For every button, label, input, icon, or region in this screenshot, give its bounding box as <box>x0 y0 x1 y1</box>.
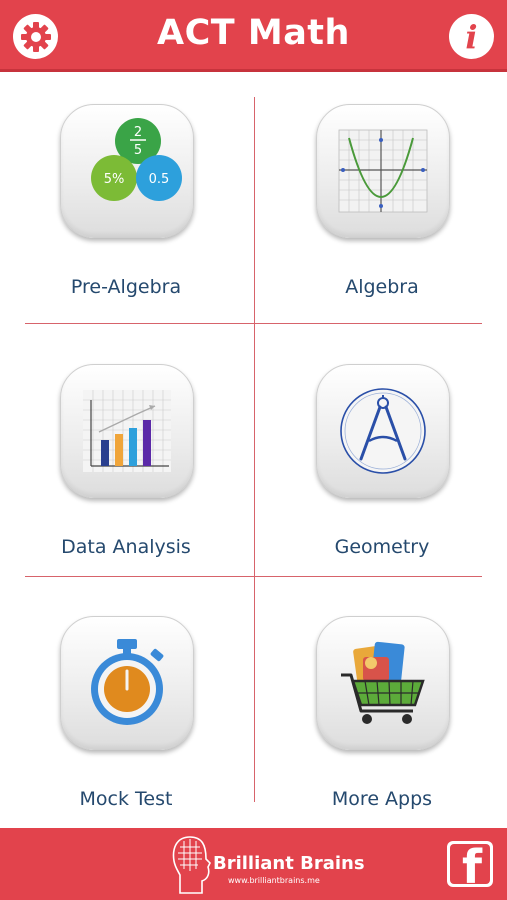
grid-divider-vertical <box>254 97 255 802</box>
pre-algebra-icon-box: 2 5 5% 0.5 <box>60 104 194 238</box>
brand-name: Brilliant Brains <box>213 853 365 874</box>
facebook-glyph: f <box>462 844 483 884</box>
menu-tile-pre-algebra[interactable]: 2 5 5% 0.5 Pre-Algebra <box>11 104 241 329</box>
bar-chart-icon <box>83 390 171 472</box>
info-icon: i <box>465 17 478 56</box>
tile-label-geometry: Geometry <box>334 536 430 558</box>
brand-link[interactable]: Brilliant Brains www.brilliantbrains.me <box>168 832 365 896</box>
more-apps-icon-box <box>316 616 450 750</box>
tile-label-more-apps: More Apps <box>331 788 433 810</box>
brand-url: www.brilliantbrains.me <box>228 876 320 885</box>
menu-tile-mock-test[interactable]: Mock Test <box>11 616 241 841</box>
compass-icon <box>340 388 426 474</box>
app-title: ACT Math <box>157 13 350 53</box>
facebook-icon: f <box>450 844 490 884</box>
facebook-button[interactable]: f <box>447 841 493 887</box>
info-button[interactable]: i <box>449 14 494 59</box>
app-footer: Brilliant Brains www.brilliantbrains.me … <box>0 828 507 900</box>
menu-tile-more-apps[interactable]: More Apps <box>267 616 497 841</box>
decimal-value: 0.5 <box>149 172 170 187</box>
tile-label-data-analysis: Data Analysis <box>61 536 191 558</box>
tile-label-mock-test: Mock Test <box>79 788 173 810</box>
fraction-denominator: 5 <box>134 143 142 158</box>
geometry-icon-box <box>316 364 450 498</box>
stopwatch-icon <box>91 639 164 725</box>
app-header: ACT Math i <box>0 0 507 72</box>
percent-value: 5% <box>104 172 125 187</box>
brain-head-logo-icon <box>172 836 211 894</box>
fraction-numerator: 2 <box>134 125 142 140</box>
menu-tile-geometry[interactable]: Geometry <box>267 364 497 589</box>
menu-tile-data-analysis[interactable]: Data Analysis <box>11 364 241 589</box>
tile-label-algebra: Algebra <box>345 276 419 298</box>
menu-tile-algebra[interactable]: Algebra <box>267 104 497 329</box>
parabola-graph-icon <box>338 129 428 213</box>
data-analysis-icon-box <box>60 364 194 498</box>
tile-label-pre-algebra: Pre-Algebra <box>70 276 182 298</box>
algebra-icon-box <box>316 104 450 238</box>
mock-test-icon-box <box>60 616 194 750</box>
fraction-circles-icon: 2 5 5% 0.5 <box>91 118 182 201</box>
shopping-cart-icon <box>341 641 425 724</box>
